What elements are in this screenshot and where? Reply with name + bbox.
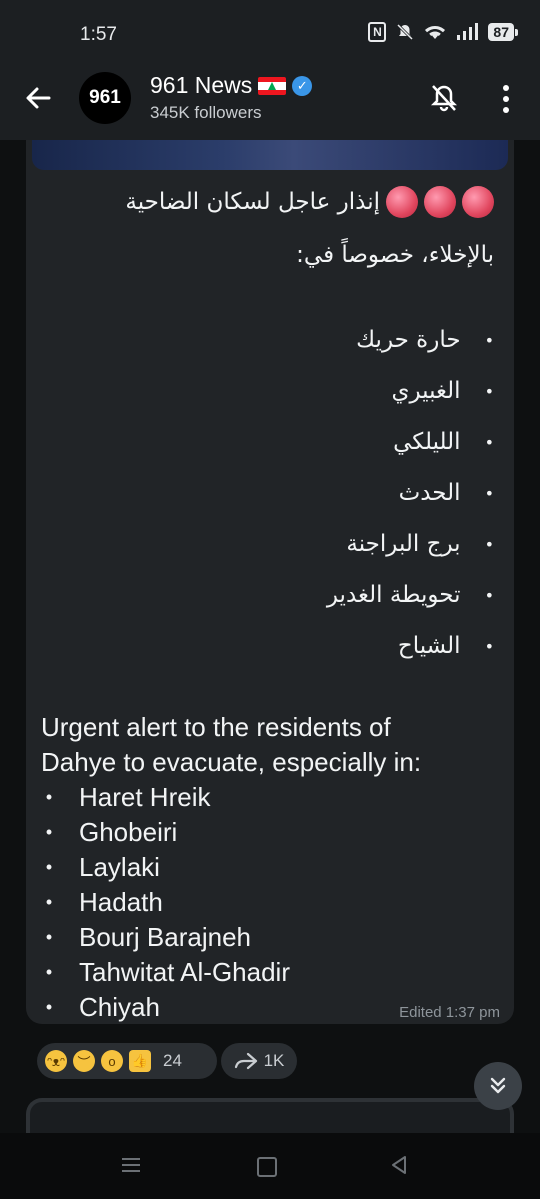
english-list-item: • Tahwitat Al-Ghadir	[45, 957, 290, 987]
reactions-pill[interactable]: ᵔᴥᵔ ︶ o 👍 24	[37, 1043, 217, 1079]
media-preview[interactable]	[32, 140, 508, 170]
nfc-icon: N	[368, 22, 387, 42]
english-line-2: Dahye to evacuate, especially in:	[41, 747, 422, 777]
red-circle-emoji	[386, 186, 418, 218]
chat-area[interactable]: إنذار عاجل لسكان الضاحية بالإخلاء، خصوصا…	[0, 140, 540, 1133]
scroll-to-bottom-button[interactable]	[474, 1062, 522, 1110]
system-back-icon[interactable]	[389, 1155, 409, 1175]
laughing-emoji-icon: ᵔᴥᵔ	[45, 1050, 67, 1072]
status-bar: 1:57 N 87	[0, 0, 540, 70]
arabic-subtitle: بالإخلاء، خصوصاً في:	[296, 242, 494, 268]
arabic-title-line: إنذار عاجل لسكان الضاحية	[125, 186, 494, 218]
english-list-item: • Ghobeiri	[45, 817, 178, 847]
red-circle-emoji	[462, 186, 494, 218]
forward-count: 1K	[263, 1051, 285, 1070]
arabic-list-item: • برج البراجنة	[346, 531, 494, 557]
message-bubble[interactable]: إنذار عاجل لسكان الضاحية بالإخلاء، خصوصا…	[26, 140, 514, 1024]
channel-title-row[interactable]: 961 News ✓	[150, 72, 313, 99]
more-options-icon[interactable]	[496, 82, 516, 116]
wifi-icon	[425, 26, 446, 39]
arabic-list-item: • تحويطة الغدير	[326, 582, 494, 608]
english-line-1: Urgent alert to the residents of	[41, 712, 391, 742]
arabic-title: إنذار عاجل لسكان الضاحية	[125, 189, 380, 215]
edited-timestamp: Edited 1:37 pm	[399, 1004, 500, 1021]
bell-off-icon	[397, 23, 414, 41]
status-time: 1:57	[80, 24, 117, 45]
back-arrow-icon[interactable]	[22, 82, 54, 114]
system-navigation-bar	[0, 1133, 540, 1199]
reaction-count: 24	[163, 1051, 182, 1070]
red-circle-emoji	[424, 186, 456, 218]
notifications-off-icon[interactable]	[428, 82, 460, 114]
double-chevron-down-icon	[490, 1077, 506, 1094]
english-list-item: • Laylaki	[45, 852, 160, 882]
lebanon-flag-icon	[258, 76, 287, 95]
followers-count: 345K followers	[150, 103, 262, 122]
arabic-list-item: • حارة حريك	[356, 327, 494, 353]
channel-name: 961 News	[150, 72, 253, 98]
arabic-list-item: • الحدث	[398, 480, 494, 506]
english-list-item: • Bourj Barajneh	[45, 922, 251, 952]
forward-button[interactable]: 1K	[221, 1043, 297, 1079]
signal-icon	[457, 23, 479, 40]
english-list-item: • Hadath	[45, 887, 163, 917]
home-icon[interactable]	[257, 1157, 277, 1177]
english-list-item: • Chiyah	[45, 992, 160, 1022]
forward-arrow-icon	[234, 1052, 257, 1070]
channel-header: 961 961 News ✓ 345K followers	[0, 70, 540, 140]
surprised-emoji-icon: o	[101, 1050, 123, 1072]
arabic-list-item: • الليلكي	[393, 429, 494, 455]
sad-emoji-icon: ︶	[73, 1050, 95, 1072]
battery-indicator: 87	[488, 23, 518, 41]
arabic-list-item: • الشياح	[397, 633, 494, 659]
thumbs-up-emoji-icon: 👍	[129, 1050, 151, 1072]
status-icons: N 87	[368, 22, 518, 42]
english-list-item: • Haret Hreik	[45, 782, 211, 812]
verified-badge-icon: ✓	[292, 75, 313, 96]
recent-apps-icon[interactable]	[121, 1157, 141, 1173]
arabic-list-item: • الغبيري	[391, 378, 494, 404]
next-message-bubble[interactable]	[26, 1098, 514, 1133]
channel-avatar[interactable]: 961	[79, 72, 131, 124]
